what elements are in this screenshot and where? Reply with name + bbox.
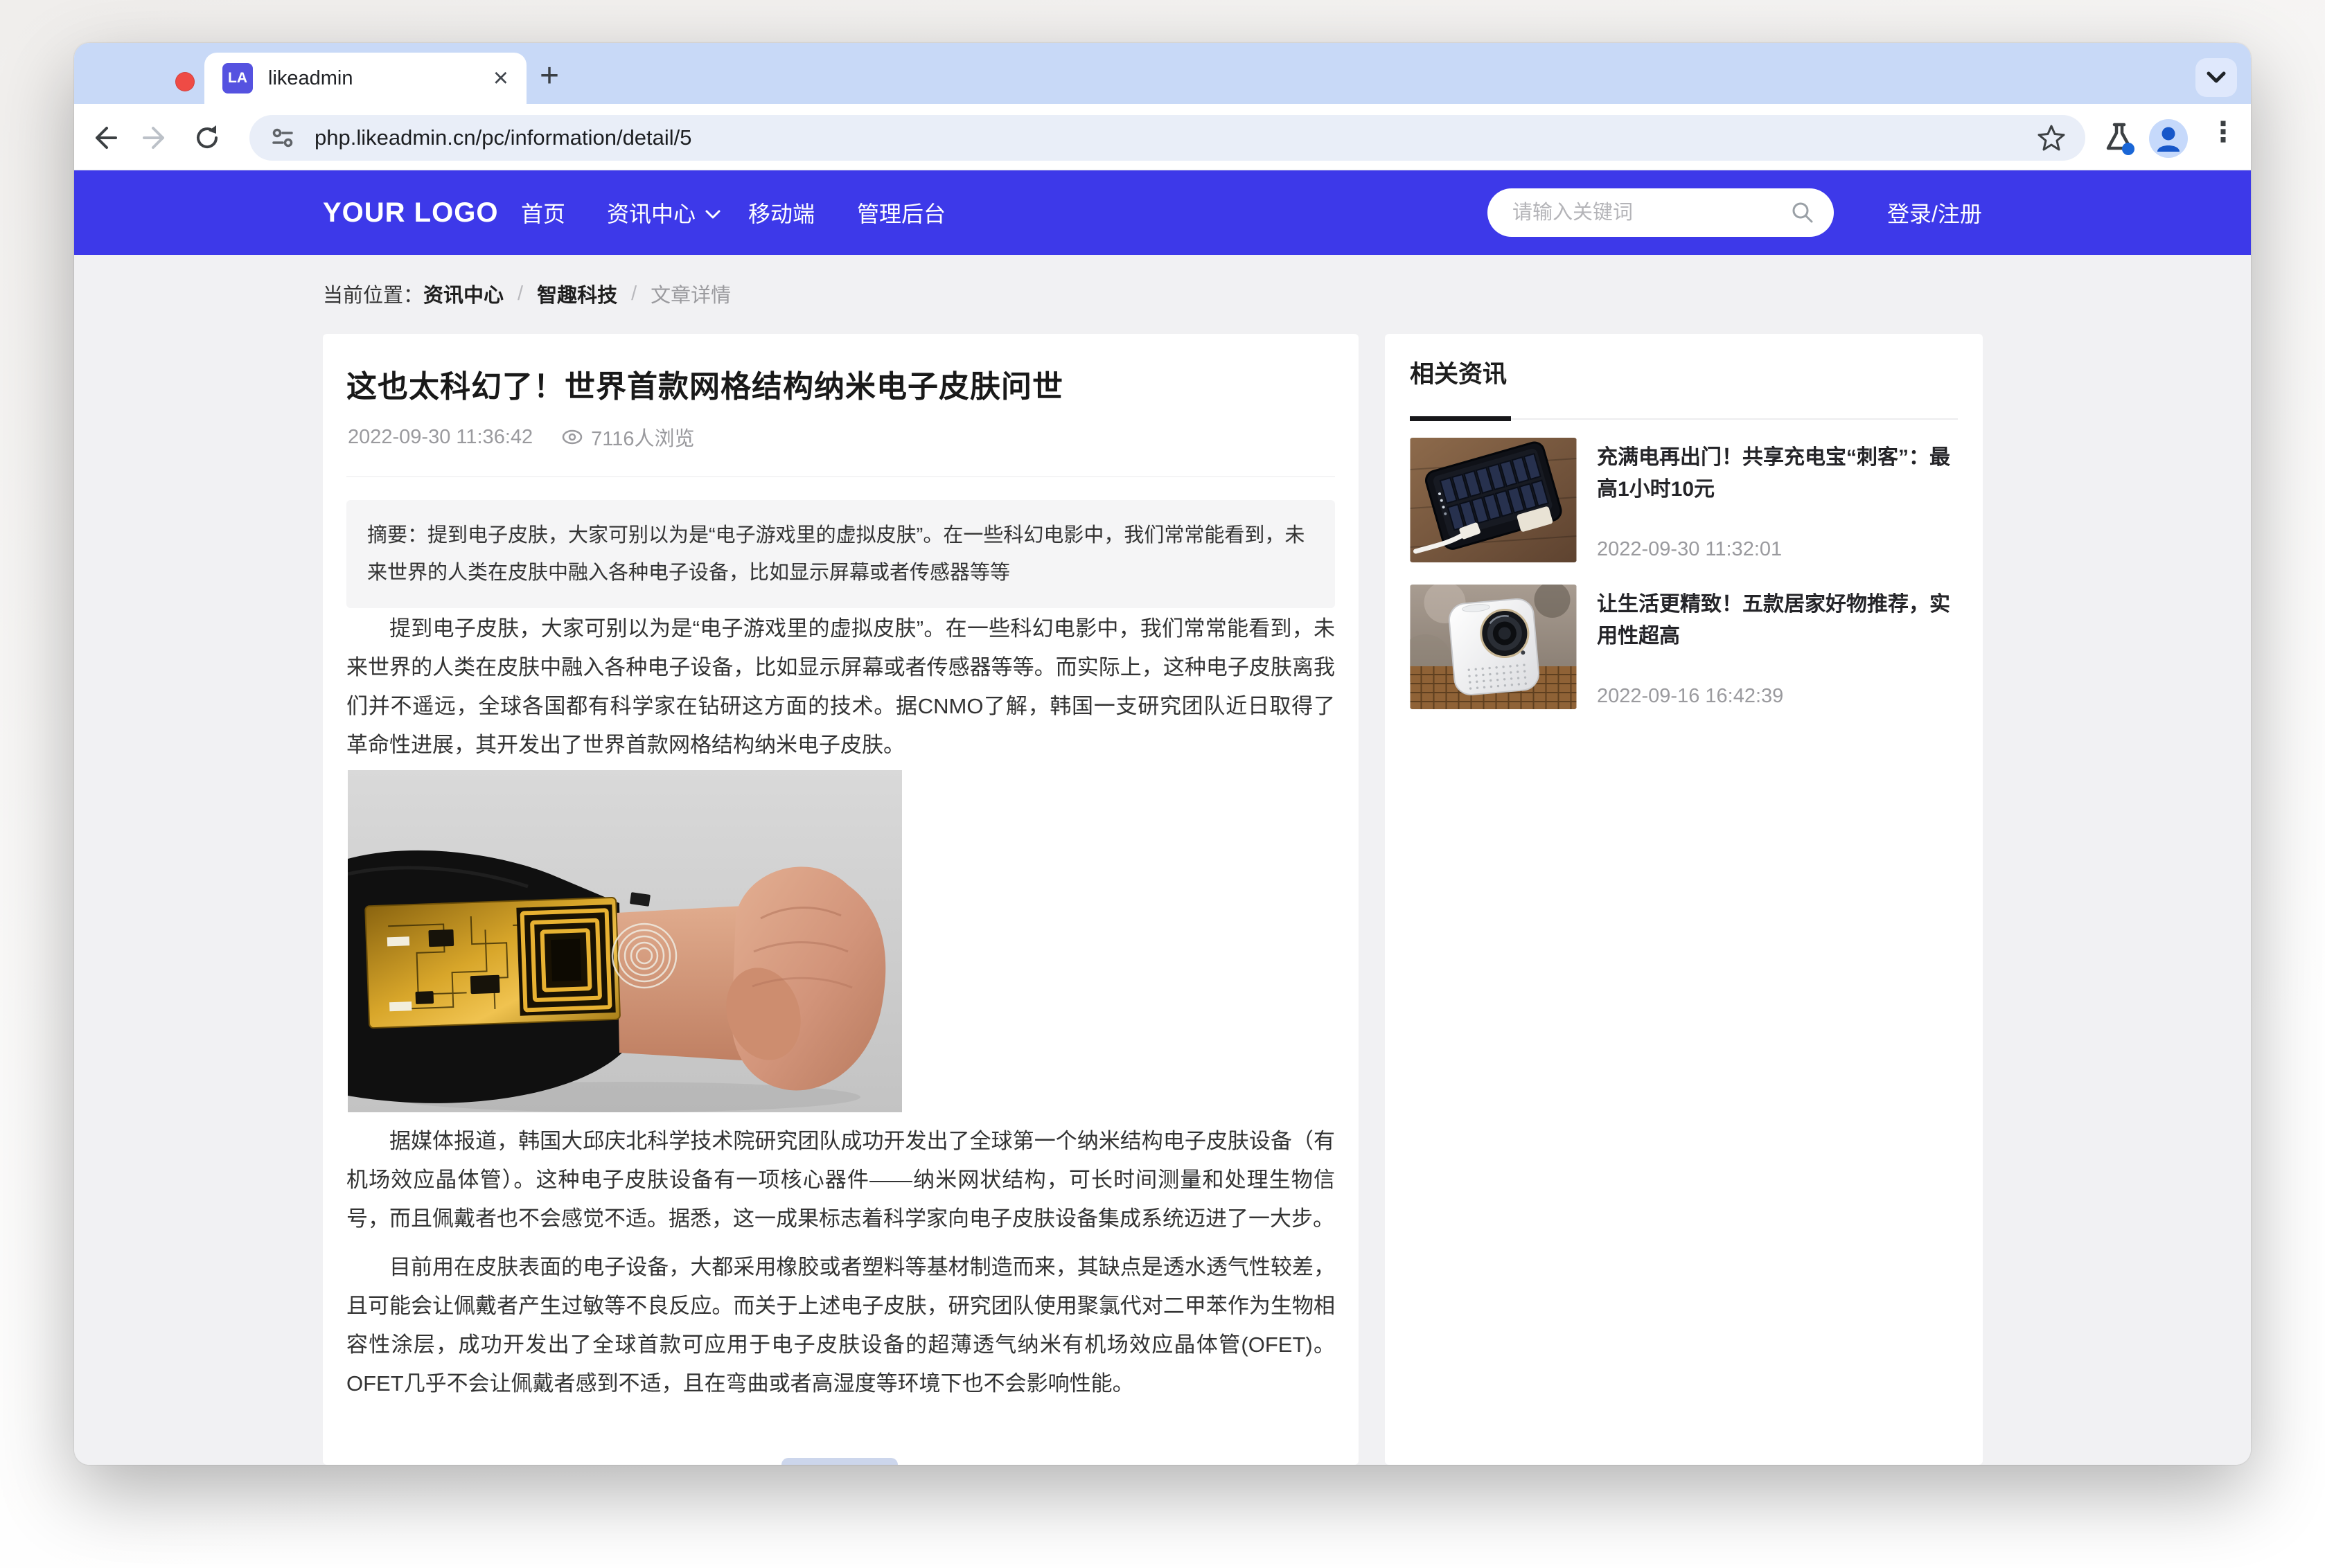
back-icon[interactable] — [88, 122, 120, 154]
breadcrumb: 当前位置： 资讯中心 / 智趣科技 / 文章详情 — [323, 274, 731, 313]
chevron-down-icon — [2204, 70, 2228, 85]
related-thumbnail-powerbank[interactable] — [1410, 438, 1577, 562]
article-body: 提到电子皮肤，大家可别以为是“电子游戏里的虚拟皮肤”。在一些科幻电影中，我们常常… — [346, 609, 1335, 1403]
related-item-title[interactable]: 让生活更精致！五款居家好物推荐，实用性超高 — [1597, 589, 1957, 652]
login-register-link[interactable]: 登录/注册 — [1887, 170, 1982, 255]
breadcrumb-current: 文章详情 — [651, 279, 731, 308]
related-item-projector[interactable]: 让生活更精致！五款居家好物推荐，实用性超高 2022-09-16 16:42:3… — [1410, 585, 1958, 709]
tab-title: likeadmin — [268, 67, 493, 90]
tab-close-icon[interactable]: × — [493, 65, 509, 91]
site-navbar: YOUR LOGO 首页 资讯中心 移动端 管理后台 — [74, 170, 2251, 255]
nav-item-mobile[interactable]: 移动端 — [748, 170, 815, 255]
breadcrumb-category[interactable]: 智趣科技 — [537, 279, 617, 308]
browser-toolbar: php.likeadmin.cn/pc/information/detail/5… — [74, 104, 2251, 170]
article-summary: 摘要：提到电子皮肤，大家可别以为是“电子游戏里的虚拟皮肤”。在一些科幻电影中，我… — [346, 500, 1335, 608]
new-tab-button[interactable]: + — [540, 61, 559, 91]
views-count: 7116人浏览 — [591, 422, 694, 452]
search-icon[interactable] — [1789, 199, 1816, 226]
person-icon — [2149, 119, 2188, 158]
site-logo[interactable]: YOUR LOGO — [323, 170, 498, 255]
breadcrumb-separator: / — [631, 283, 637, 305]
article-title: 这也太科幻了！世界首款网格结构纳米电子皮肤问世 — [346, 362, 1335, 406]
experiments-flask-icon[interactable] — [2101, 119, 2138, 157]
eye-icon — [560, 428, 584, 446]
kebab-menu-icon[interactable]: ⋮ — [2209, 116, 2237, 148]
chevron-down-icon — [704, 209, 722, 220]
divider — [346, 476, 1335, 477]
search-box[interactable] — [1487, 188, 1834, 237]
desktop: LA likeadmin × + — [0, 0, 2325, 1568]
forward-icon[interactable] — [140, 122, 172, 154]
article-meta: 2022-09-30 11:36:42 7116人浏览 — [348, 422, 695, 452]
tune-icon[interactable] — [267, 123, 298, 153]
nav-item-home[interactable]: 首页 — [521, 170, 565, 255]
related-thumbnail-projector[interactable] — [1410, 585, 1577, 709]
related-news-card: 相关资讯 — [1385, 334, 1983, 1465]
webpage: YOUR LOGO 首页 资讯中心 移动端 管理后台 — [74, 170, 2251, 1465]
url-text[interactable]: php.likeadmin.cn/pc/information/detail/5 — [315, 125, 2035, 150]
related-item-date: 2022-09-30 11:32:01 — [1597, 538, 1782, 561]
close-window-button[interactable] — [175, 72, 195, 91]
divider — [1410, 418, 1958, 420]
tab-strip: LA likeadmin × + — [74, 43, 2251, 104]
article-paragraph: 目前用在皮肤表面的电子设备，大都采用橡胶或者塑料等基材制造而来，其缺点是透水透气… — [346, 1248, 1335, 1403]
powerbank-image — [1410, 438, 1577, 562]
breadcrumb-prefix: 当前位置： — [323, 279, 423, 308]
reload-icon[interactable] — [191, 122, 223, 154]
article-date: 2022-09-30 11:36:42 — [348, 426, 533, 449]
article-views: 7116人浏览 — [560, 422, 694, 452]
url-bar[interactable]: php.likeadmin.cn/pc/information/detail/5 — [249, 115, 2085, 161]
site-favicon: LA — [222, 63, 253, 93]
related-item-title[interactable]: 充满电再出门！共享充电宝“刺客”：最高1小时10元 — [1597, 442, 1957, 506]
tab-search-button[interactable] — [2195, 58, 2237, 97]
below-fold-element-peek — [781, 1458, 898, 1465]
article-image-eskin-arm — [348, 770, 902, 1112]
related-news-title: 相关资讯 — [1410, 355, 1507, 390]
breadcrumb-separator: / — [518, 283, 523, 305]
divider-accent — [1410, 416, 1511, 421]
projector-image — [1410, 585, 1577, 709]
breadcrumb-news-center[interactable]: 资讯中心 — [423, 279, 504, 308]
article-paragraph: 据媒体报道，韩国大邱庆北科学技术院研究团队成功开发出了全球第一个纳米结构电子皮肤… — [346, 1122, 1335, 1238]
bookmark-star-icon[interactable] — [2035, 122, 2067, 154]
nav-item-admin[interactable]: 管理后台 — [857, 170, 946, 255]
related-item-date: 2022-09-16 16:42:39 — [1597, 685, 1783, 708]
related-item-powerbank[interactable]: 充满电再出门！共享充电宝“刺客”：最高1小时10元 2022-09-30 11:… — [1410, 438, 1958, 562]
profile-avatar[interactable] — [2149, 119, 2188, 158]
browser-tab[interactable]: LA likeadmin × — [204, 53, 527, 104]
article-card: 这也太科幻了！世界首款网格结构纳米电子皮肤问世 2022-09-30 11:36… — [323, 334, 1359, 1465]
search-input[interactable] — [1512, 202, 1789, 224]
nav-item-news-center[interactable]: 资讯中心 — [607, 170, 722, 255]
article-paragraph: 提到电子皮肤，大家可别以为是“电子游戏里的虚拟皮肤”。在一些科幻电影中，我们常常… — [346, 609, 1335, 765]
browser-window: LA likeadmin × + — [74, 43, 2251, 1465]
